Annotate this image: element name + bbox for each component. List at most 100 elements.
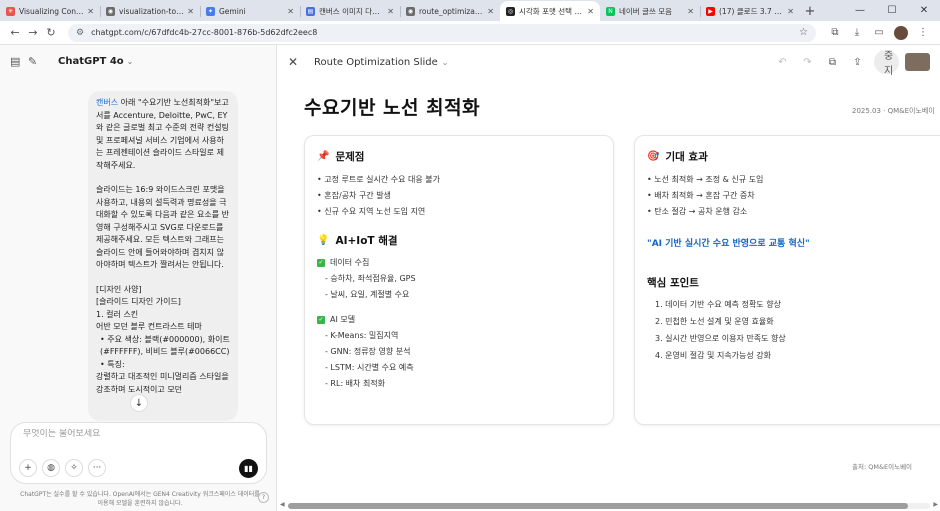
more-options-icon[interactable]: ··· [88, 459, 106, 477]
browser-tab[interactable]: ◉ visualization-tools-sl✕ [100, 1, 200, 21]
scroll-left-icon[interactable]: ◀ [280, 501, 285, 508]
forward-icon[interactable]: → [24, 26, 42, 39]
effect-item: • 노선 최적화 → 조정 & 신규 도입 [647, 175, 764, 184]
model-item: - GNN: 정류장 영향 분석 [325, 347, 411, 356]
model-selector[interactable]: ChatGPT 4o ⌄ [58, 56, 133, 67]
model-item: - RL: 배차 최적화 [325, 379, 386, 388]
tab-title: Gemini [219, 6, 246, 16]
message-line: [디자인 사양] [96, 284, 142, 294]
solution-heading: 💡 AI+IoT 해결 [317, 235, 398, 247]
ai-model-heading: ✓ AI 모델 [317, 315, 356, 324]
message-line: • 주요 색상: 블랙(#000000), 화이트(#FFFFFF), 비비드 … [100, 334, 230, 357]
more-menu-icon[interactable]: ⋮ [912, 27, 934, 38]
effects-card: 🎯 기대 효과 • 노선 최적화 → 조정 & 신규 도입 • 배차 최적화 → … [634, 135, 940, 425]
key-point: 4. 운영비 절감 및 지속가능성 강화 [655, 351, 772, 360]
redo-icon[interactable]: ↷ [795, 57, 820, 68]
close-icon[interactable]: ✕ [387, 7, 394, 16]
target-icon: 🎯 [647, 151, 660, 162]
chat-header: ▤ ✎ ChatGPT 4o ⌄ [0, 45, 276, 77]
user-avatar[interactable] [905, 53, 930, 71]
browser-tab[interactable]: ✳ Visualizing Consulting✕ [0, 1, 100, 21]
disclaimer-text: ChatGPT는 실수를 할 수 있습니다. OpenAI에서는 GEN4 Cr… [20, 491, 260, 507]
model-item: - LSTM: 시간별 수요 예측 [325, 363, 414, 372]
tab-strip: ✳Visualizing Consulting✕ ◉visualization-… [0, 0, 940, 21]
close-icon[interactable]: ✕ [587, 7, 594, 16]
scroll-down-button[interactable]: ↓ [130, 394, 148, 412]
tab-title: 네이버 글쓰 모음 [619, 6, 673, 16]
url-field[interactable]: ⚙ chatgpt.com/c/67dfdc4b-27cc-8001-876b-… [68, 23, 816, 42]
browser-tab[interactable]: ✦ Gemini ✕ [200, 1, 300, 21]
tab-title: (17) 클로드 3.7 Sonn [719, 6, 784, 16]
slogan-quote: "AI 기반 실시간 수요 반영으로 교통 혁신" [647, 239, 810, 249]
attach-plus-icon[interactable]: + [19, 459, 37, 477]
tab-title: 캔버스 이미지 다운로 [319, 6, 385, 16]
minimize-button[interactable]: — [844, 0, 876, 21]
chevron-down-icon: ⌄ [126, 56, 134, 66]
close-icon[interactable]: ✕ [687, 7, 694, 16]
reload-icon[interactable]: ↻ [42, 26, 60, 39]
message-intro: 아래 "수요기반 노선최적화"보고서를 Accenture, Deloitte,… [96, 98, 230, 170]
message-line: [슬라이드 디자인 가이드] [96, 297, 181, 306]
share-icon[interactable]: ⇪ [845, 57, 870, 68]
tab-title: 시각화 포맷 선택 가이 [519, 6, 585, 16]
data-item: - 날씨, 요일, 계절별 수요 [325, 290, 410, 299]
browser-tab[interactable]: ▤ 캔버스 이미지 다운로 ✕ [300, 1, 400, 21]
key-point: 1. 데이터 기반 수요 예측 정확도 향상 [655, 300, 781, 309]
new-chat-icon[interactable]: ✎ [28, 55, 46, 68]
tab-title: visualization-tools-sl [119, 6, 184, 16]
back-icon[interactable]: ← [6, 26, 24, 39]
data-collection-heading: ✓ 데이터 수집 [317, 258, 370, 267]
user-message: 캔버스 아래 "수요기반 노선최적화"보고서를 Accenture, Deloi… [88, 91, 238, 421]
close-icon[interactable]: ✕ [287, 7, 294, 16]
maximize-button[interactable]: ☐ [876, 0, 908, 21]
check-icon: ✓ [317, 258, 325, 267]
copy-icon[interactable]: ⧉ [820, 57, 845, 68]
sidebar-toggle-icon[interactable]: ▤ [10, 55, 28, 68]
browser-tab[interactable]: ▶ (17) 클로드 3.7 Sonn✕ [700, 1, 800, 21]
tab-title: Visualizing Consulting [19, 6, 85, 16]
chat-pane: ▤ ✎ ChatGPT 4o ⌄ 캔버스 아래 "수요기반 노선최적화"보고서를 … [0, 45, 277, 511]
browser-tab[interactable]: N 네이버 글쓰 모음 ✕ [600, 1, 700, 21]
browser-tab[interactable]: ◉ route_optimization_p✕ [400, 1, 500, 21]
tab-favicon-icon: ▶ [706, 6, 715, 16]
lightbulb-icon: 💡 [317, 235, 330, 246]
voice-mode-icon[interactable]: ▮▮ [239, 459, 258, 478]
scrollbar-thumb[interactable] [288, 503, 908, 509]
tools-icon[interactable]: ✧ [65, 459, 83, 477]
stop-button[interactable]: 중지 [874, 50, 899, 77]
help-icon[interactable]: ? [258, 492, 269, 503]
message-line: 강렬하고 대조적인 미니멀리즘 스타일을 강조하며 도시적이고 모던 [96, 372, 229, 394]
close-icon[interactable]: ✕ [787, 7, 794, 16]
close-icon[interactable]: ✕ [87, 7, 94, 16]
canvas-mention: 캔버스 [96, 98, 119, 107]
globe-icon[interactable]: ◍ [42, 459, 60, 477]
download-icon[interactable]: ⤓ [846, 27, 868, 38]
problem-item: • 신규 수요 지역 노선 도입 지연 [317, 207, 426, 216]
extensions-icon[interactable]: ⧉ [824, 27, 846, 38]
key-point: 2. 민첩한 노선 설계 및 운영 효율화 [655, 317, 774, 326]
sidebar-panel-icon[interactable]: ▭ [868, 27, 890, 38]
site-info-icon[interactable]: ⚙ [76, 28, 84, 38]
canvas-title[interactable]: Route Optimization Slide ⌄ [314, 57, 448, 68]
close-icon[interactable]: ✕ [487, 7, 494, 16]
undo-icon[interactable]: ↶ [770, 57, 795, 68]
key-points-heading: 핵심 포인트 [647, 277, 699, 289]
window-controls: — ☐ ✕ [844, 0, 940, 21]
scroll-right-icon[interactable]: ▶ [933, 501, 938, 508]
browser-tab-active[interactable]: ◎ 시각화 포맷 선택 가이 ✕ [500, 1, 600, 21]
close-icon[interactable]: ✕ [187, 7, 194, 16]
close-canvas-icon[interactable]: ✕ [288, 55, 314, 69]
prompt-input[interactable] [23, 429, 223, 439]
message-line: 1. 컬러 스킨 [96, 309, 139, 319]
bookmark-star-icon[interactable]: ☆ [799, 27, 808, 38]
horizontal-scrollbar[interactable]: ◀ ▶ [280, 501, 938, 509]
window-close-button[interactable]: ✕ [908, 0, 940, 21]
problem-solution-card: 📌 문제점 • 고정 루트로 실시간 수요 대응 불가 • 혼잡/공차 구간 발생… [304, 135, 614, 425]
chevron-down-icon: ⌄ [441, 57, 449, 67]
key-point: 3. 실시간 반영으로 이용자 만족도 향상 [655, 334, 786, 343]
new-tab-button[interactable]: + [800, 1, 820, 21]
message-line: • 특징: [100, 359, 125, 369]
slide: 수요기반 노선 최적화 2025.03 · QM&E이노베이 📌 문제점 • 고정… [278, 79, 940, 502]
pushpin-icon: 📌 [317, 151, 330, 162]
profile-avatar[interactable] [890, 25, 912, 40]
